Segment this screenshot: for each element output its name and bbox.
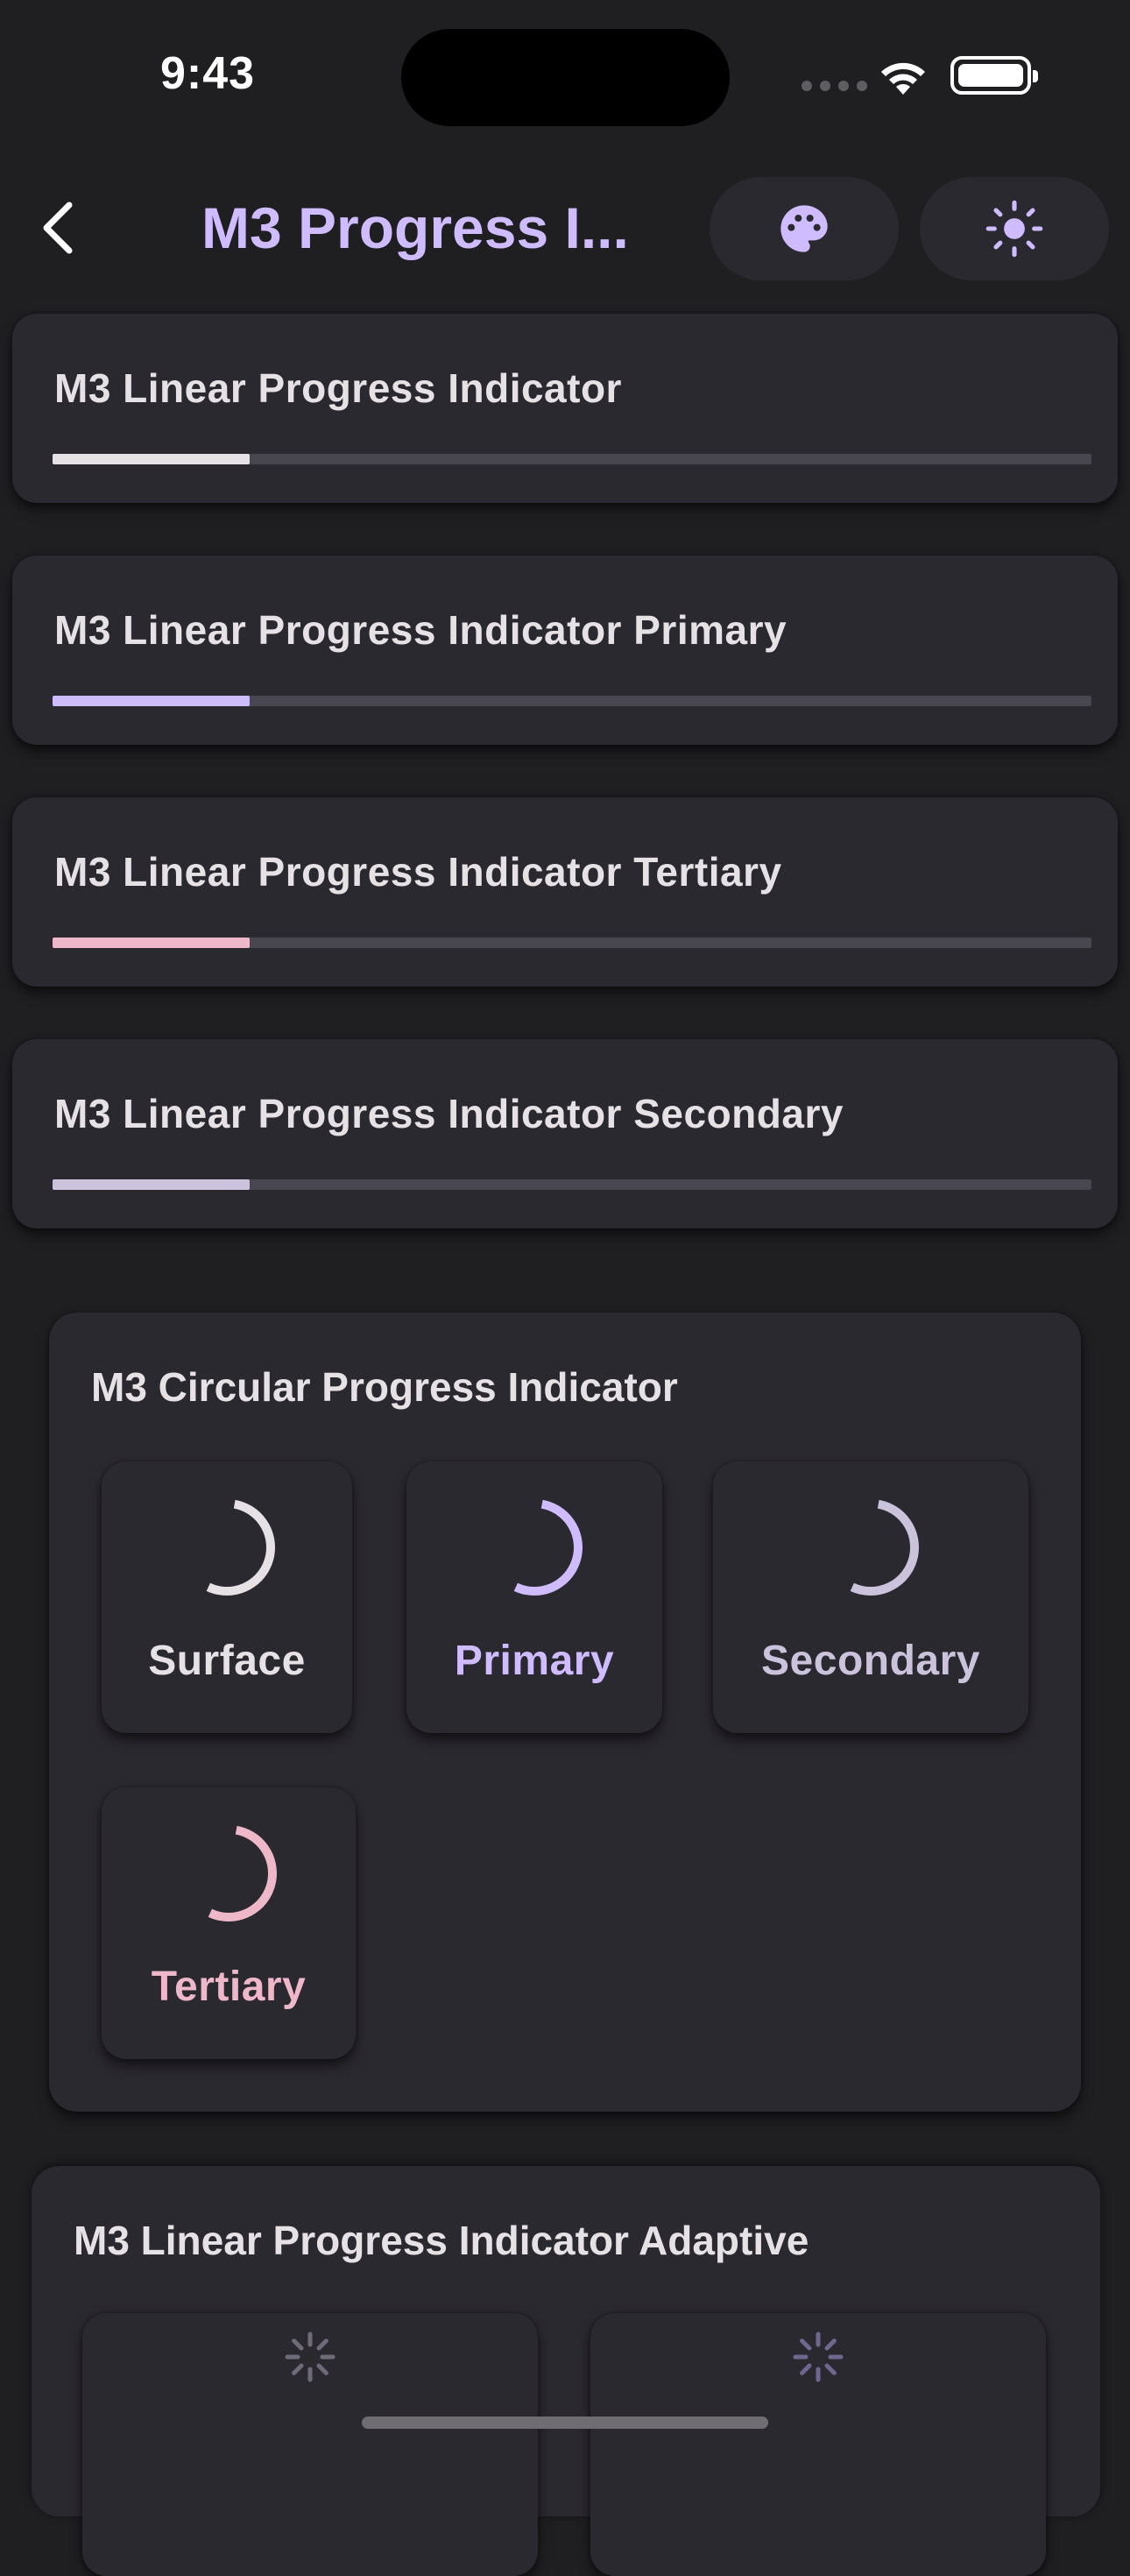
progress-track — [53, 454, 1091, 464]
activity-spinner-icon — [793, 2332, 844, 2382]
cellular-signal-icon — [802, 81, 867, 91]
circular-spinner-icon — [486, 1499, 583, 1596]
palette-icon — [780, 205, 828, 252]
card-label: M3 Linear Progress Indicator Tertiary — [54, 849, 782, 895]
page-title: M3 Progress I... — [201, 195, 629, 260]
progress-track — [53, 938, 1091, 948]
circular-tile-tertiary[interactable]: Tertiary — [102, 1787, 356, 2059]
progress-bar — [53, 938, 251, 948]
progress-track — [53, 1179, 1091, 1190]
progress-bar — [53, 454, 251, 464]
linear-progress-tertiary-card: M3 Linear Progress Indicator Tertiary — [12, 797, 1118, 987]
circular-spinner-icon — [179, 1499, 275, 1596]
circular-spinner-icon — [823, 1499, 919, 1596]
circular-tile-surface[interactable]: Surface — [102, 1461, 352, 1733]
adaptive-tile[interactable] — [590, 2313, 1046, 2576]
dynamic-island — [401, 29, 730, 126]
back-button[interactable] — [26, 188, 88, 267]
adaptive-progress-section: M3 Linear Progress Indicator Adaptive — [32, 2166, 1100, 2576]
chevron-left-icon — [43, 202, 73, 254]
linear-progress-card: M3 Linear Progress Indicator — [12, 314, 1118, 503]
card-label: M3 Linear Progress Indicator — [54, 365, 622, 411]
circular-tile-primary[interactable]: Primary — [406, 1461, 662, 1733]
card-label: M3 Linear Progress Indicator Primary — [54, 607, 787, 653]
progress-bar — [53, 696, 251, 706]
battery-icon — [950, 56, 1038, 95]
tile-label: Surface — [148, 1638, 306, 1684]
card-label: M3 Linear Progress Indicator Secondary — [54, 1091, 844, 1136]
circular-spinner-icon — [180, 1825, 277, 1921]
tile-label: Primary — [454, 1638, 615, 1684]
circular-progress-section: M3 Circular Progress Indicator Surface P… — [49, 1313, 1081, 2112]
home-indicator[interactable] — [362, 2417, 768, 2429]
wifi-icon — [876, 56, 930, 99]
tile-label: Secondary — [761, 1638, 980, 1684]
tile-label: Tertiary — [151, 1964, 307, 2010]
circular-tile-secondary[interactable]: Secondary — [713, 1461, 1028, 1733]
sun-icon — [985, 200, 1043, 258]
palette-button[interactable] — [710, 177, 899, 280]
linear-progress-primary-card: M3 Linear Progress Indicator Primary — [12, 556, 1118, 745]
theme-toggle-button[interactable] — [920, 177, 1109, 280]
section-title: M3 Linear Progress Indicator Adaptive — [74, 2218, 809, 2263]
status-time: 9:43 — [160, 48, 256, 99]
activity-spinner-icon — [285, 2332, 335, 2382]
section-title: M3 Circular Progress Indicator — [91, 1364, 678, 1410]
progress-bar — [53, 1179, 251, 1190]
adaptive-tile[interactable] — [82, 2313, 538, 2576]
linear-progress-secondary-card: M3 Linear Progress Indicator Secondary — [12, 1039, 1118, 1228]
progress-track — [53, 696, 1091, 706]
